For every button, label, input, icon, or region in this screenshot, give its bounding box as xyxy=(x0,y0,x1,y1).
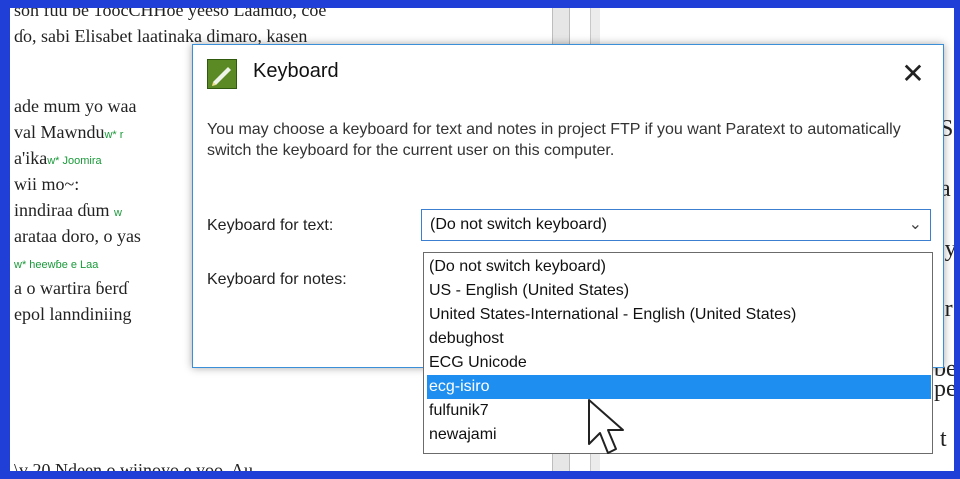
dropdown-option[interactable]: newajami xyxy=(427,423,931,447)
window-frame-right xyxy=(954,0,960,479)
close-button[interactable]: ✕ xyxy=(889,51,937,95)
editor-line: soh fuu be 1oocCHHoe yeeso Laamdo, coe xyxy=(14,8,327,20)
resource-line: pe xyxy=(934,376,954,402)
keyboard-for-notes-label: Keyboard for notes: xyxy=(207,271,347,288)
usfm-marker: w* Joomira xyxy=(47,155,102,167)
resource-line: t xyxy=(940,426,947,452)
dialog-description: You may choose a keyboard for text and n… xyxy=(207,121,901,159)
dropdown-option[interactable]: United States-International - English (U… xyxy=(427,303,931,327)
keyboard-for-text-select[interactable]: (Do not switch keyboard) ⌄ xyxy=(421,209,931,241)
editor-line: epol lanndiniing xyxy=(14,304,132,324)
editor-line: arataa doro, o yas xyxy=(14,226,141,246)
dialog-titlebar[interactable]: Keyboard ✕ xyxy=(193,45,943,103)
editor-line: a o wartira ɓerɗ xyxy=(14,278,128,298)
keyboard-for-text-label: Keyboard for text: xyxy=(207,217,334,234)
chevron-down-icon: ⌄ xyxy=(908,216,922,233)
selected-value: (Do not switch keyboard) xyxy=(430,216,607,233)
dropdown-option[interactable]: US - English (United States) xyxy=(427,279,931,303)
close-icon: ✕ xyxy=(901,57,925,89)
window-frame-left xyxy=(0,0,10,479)
paratext-app-icon xyxy=(207,59,237,89)
editor-line: inndiraa ɗum w xyxy=(14,200,122,220)
dialog-title: Keyboard xyxy=(253,60,339,82)
editor-line: ade mum yo waa xyxy=(14,96,137,116)
keyboard-dropdown-list: (Do not switch keyboard) US - English (U… xyxy=(423,252,933,454)
usfm-marker: w* r xyxy=(104,129,124,141)
dropdown-option[interactable]: debughost xyxy=(427,327,931,351)
window-frame-top xyxy=(0,0,960,8)
dropdown-option[interactable]: fulfunik7 xyxy=(427,399,931,423)
dropdown-option[interactable]: ECG Unicode xyxy=(427,351,931,375)
editor-line: wii mo~: xyxy=(14,174,80,194)
editor-line: w* heewɓe e Laa xyxy=(14,252,98,273)
mouse-cursor-icon xyxy=(586,398,626,463)
usfm-marker: w* heewɓe e Laa xyxy=(14,259,99,271)
usfm-marker: w xyxy=(113,207,122,219)
editor-line: val Mawnduw* r xyxy=(14,122,124,142)
dropdown-option-selected[interactable]: ecg-isiro xyxy=(427,375,931,399)
window-frame-bottom xyxy=(0,471,960,479)
editor-line: \v 20 Ndeen o wiinoyo e yoo. Au xyxy=(14,460,253,471)
editor-line: a'ikaw* Joomira xyxy=(14,148,102,168)
dropdown-option[interactable]: (Do not switch keyboard) xyxy=(427,255,931,279)
